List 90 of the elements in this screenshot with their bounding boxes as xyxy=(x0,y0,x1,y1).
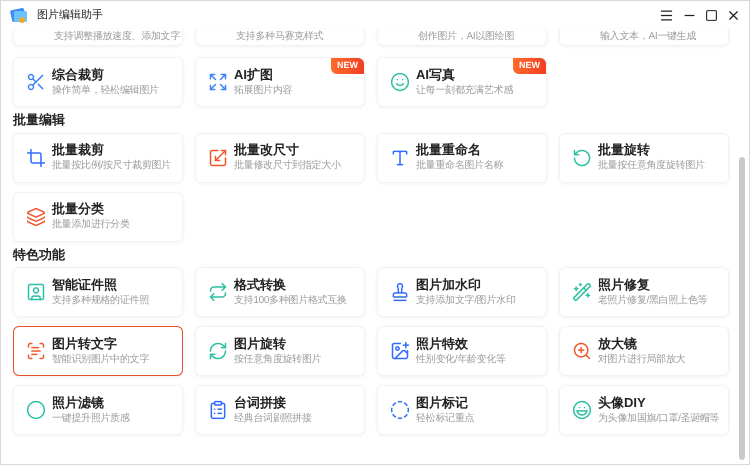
new-badge: NEW xyxy=(331,58,364,74)
tool-card[interactable]: AI扩图 拓展图片内容 NEW xyxy=(195,57,365,107)
tool-description: 批量添加进行分类 xyxy=(52,219,130,232)
tool-title: 批量分类 xyxy=(52,201,105,218)
tool-title: 图片转文字 xyxy=(52,336,118,352)
image-icon xyxy=(390,341,410,362)
tool-description: 批量重命名图片名称 xyxy=(416,160,504,173)
clipboard-icon xyxy=(208,400,228,420)
rotate-icon xyxy=(208,341,228,362)
section-heading: 批量编辑 xyxy=(13,112,66,128)
tool-card[interactable]: 批量裁剪 批量按比例/按尺寸裁剪图片 xyxy=(13,132,183,183)
tool-card[interactable]: 头像DIY 为头像加国旗/口罩/圣诞帽等 xyxy=(559,385,729,436)
id-photo-icon xyxy=(26,282,46,302)
expand-icon xyxy=(208,72,228,92)
layers-icon xyxy=(26,206,46,227)
menu-icon[interactable] xyxy=(659,8,674,22)
tool-card[interactable]: AI写真 让每一刻都充满艺术感 NEW xyxy=(377,57,547,107)
tool-title: 综合裁剪 xyxy=(52,66,105,83)
tool-card[interactable]: 批量旋转 批量按任意角度旋转图片 xyxy=(559,132,729,183)
tool-description: 支持调整播放速度、添加文字 xyxy=(54,30,180,44)
tool-title: 照片特效 xyxy=(416,336,469,352)
tool-description: 为头像加国旗/口罩/圣诞帽等 xyxy=(598,413,720,426)
tool-card[interactable]: 照片滤镜 一键提升照片质感 xyxy=(13,385,183,436)
tool-description: 批量按比例/按尺寸裁剪图片 xyxy=(52,160,171,173)
tool-card[interactable]: 图片加水印 支持添加文字/图片水印 xyxy=(377,267,547,318)
tool-title: 图片标记 xyxy=(416,394,469,412)
tool-description: 经典台词剧照拼接 xyxy=(234,413,312,426)
tool-card[interactable]: 放大镜 对图片进行局部放大 xyxy=(559,326,729,376)
tool-description: 输入文本，AI一键生成 xyxy=(600,30,696,44)
scissors-icon xyxy=(26,72,46,92)
tool-title: AI写真 xyxy=(416,66,456,83)
stamp-icon xyxy=(390,282,410,302)
tool-card[interactable]: 批量分类 批量添加进行分类 xyxy=(13,192,183,242)
tool-description: 对图片进行局部放大 xyxy=(598,354,686,367)
tool-title: 照片滤镜 xyxy=(52,394,105,412)
tool-description: 批量修改尺寸到指定大小 xyxy=(234,160,341,173)
tool-title: 批量重命名 xyxy=(416,142,482,158)
tool-title: 格式转换 xyxy=(234,276,287,294)
tool-description: 操作简单，轻松编辑图片 xyxy=(52,84,159,98)
tool-description: 拓展图片内容 xyxy=(234,84,292,98)
tool-description: 性别变化/年龄变化等 xyxy=(416,354,506,367)
tool-card[interactable]: 图片标记 轻松标记重点 xyxy=(377,385,547,436)
resize-icon xyxy=(208,148,228,168)
tool-description: 智能识别图片中的文字 xyxy=(52,354,150,367)
tool-card[interactable]: 格式转换 支持100多种图片格式互换 xyxy=(195,267,365,318)
tool-title: 照片修复 xyxy=(598,276,651,294)
tool-card[interactable]: 图片旋转 按任意角度旋转图片 xyxy=(195,326,365,376)
tool-card[interactable]: 照片特效 性别变化/年龄变化等 xyxy=(377,326,547,376)
section-heading: 特色功能 xyxy=(13,246,66,262)
window-title: 图片编辑助手 xyxy=(37,8,103,23)
tool-description: 支持100多种图片格式互换 xyxy=(234,295,347,308)
magic-wand-icon xyxy=(572,282,592,302)
dashed-circle-icon xyxy=(390,400,410,420)
tool-description: 支持多种马赛克样式 xyxy=(236,30,324,44)
tool-description: 一键提升照片质感 xyxy=(52,413,130,426)
tool-description: 老照片修复/黑白照上色等 xyxy=(598,295,708,308)
tool-title: AI扩图 xyxy=(234,66,274,83)
tool-title: 批量旋转 xyxy=(598,142,651,158)
new-badge: NEW xyxy=(513,58,546,74)
tool-card[interactable]: 台词拼接 经典台词剧照拼接 xyxy=(195,385,365,436)
tool-title: 智能证件照 xyxy=(52,276,118,294)
app-logo-icon xyxy=(9,6,29,24)
tool-description: 批量按任意角度旋转图片 xyxy=(598,160,705,173)
tool-card[interactable]: 综合裁剪 操作简单，轻松编辑图片 xyxy=(13,57,183,107)
tool-title: 批量改尺寸 xyxy=(234,142,300,158)
convert-icon xyxy=(208,282,228,302)
tool-title: 图片加水印 xyxy=(416,276,482,294)
tool-title: 放大镜 xyxy=(598,336,638,352)
tool-card[interactable]: 批量重命名 批量重命名图片名称 xyxy=(377,132,547,183)
tool-description: 创作图片，AI以图绘图 xyxy=(418,30,514,44)
tool-title: 头像DIY xyxy=(598,394,647,412)
tool-description: 支持多种规格的证件照 xyxy=(52,295,150,308)
tool-card[interactable]: 批量改尺寸 批量修改尺寸到指定大小 xyxy=(195,132,365,183)
tool-title: 图片旋转 xyxy=(234,336,287,352)
tool-title: 台词拼接 xyxy=(234,394,287,412)
tool-card[interactable]: 图片转文字 智能识别图片中的文字 xyxy=(13,326,183,376)
tool-description: 支持添加文字/图片水印 xyxy=(416,295,516,308)
tool-description: 轻松标记重点 xyxy=(416,413,474,426)
text-icon xyxy=(390,148,410,168)
rotate-icon xyxy=(572,148,592,168)
maximize-icon[interactable] xyxy=(705,8,718,22)
magnifier-icon xyxy=(572,341,592,362)
tool-title: 批量裁剪 xyxy=(52,142,105,158)
tool-description: 让每一刻都充满艺术感 xyxy=(416,84,514,98)
face-icon xyxy=(572,400,592,420)
tool-card[interactable]: 照片修复 老照片修复/黑白照上色等 xyxy=(559,267,729,318)
scan-text-icon xyxy=(26,341,46,362)
tool-card[interactable]: 智能证件照 支持多种规格的证件照 xyxy=(13,267,183,318)
tool-description: 按任意角度旋转图片 xyxy=(234,354,322,367)
crop-icon xyxy=(26,148,46,168)
